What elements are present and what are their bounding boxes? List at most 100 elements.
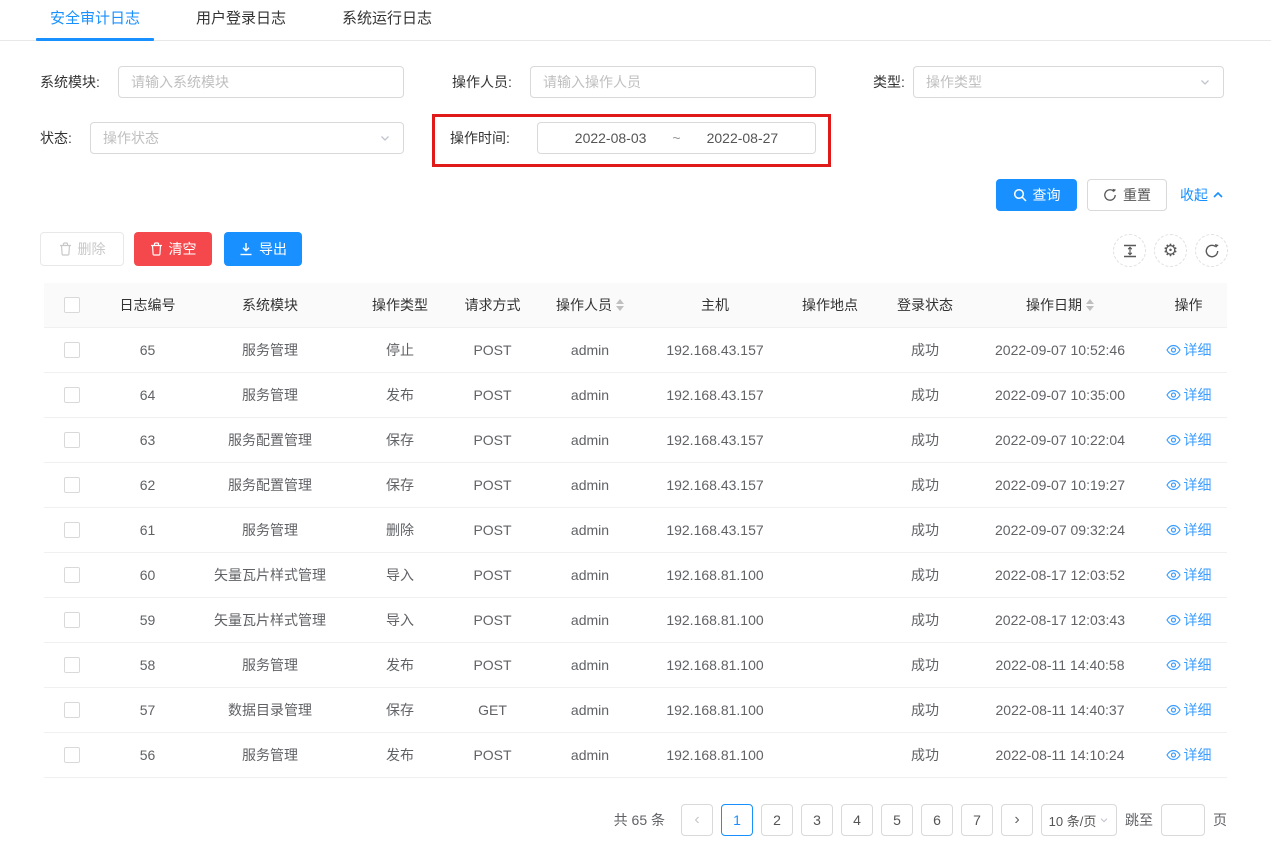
module-filter-input[interactable] [118,66,404,98]
detail-link[interactable]: 详细 [1166,520,1212,540]
search-button[interactable]: 查询 [996,179,1077,211]
detail-link-label: 详细 [1184,745,1212,765]
select-all-checkbox[interactable] [64,297,80,313]
next-page-button[interactable]: › [1001,804,1033,836]
detail-link[interactable]: 详细 [1166,385,1212,405]
column-settings-button[interactable]: ⚙ [1154,234,1187,267]
row-checkbox[interactable] [64,657,80,673]
cell-date: 2022-08-11 14:10:24 [970,732,1150,777]
page-size-select[interactable]: 10 条/页 [1041,804,1117,836]
table-header: 日志编号 系统模块 操作类型 请求方式 操作人员 主机 操作地点 登录状态 [44,283,1227,327]
sort-icon[interactable] [616,299,624,311]
reset-button-label: 重置 [1123,185,1151,205]
detail-link[interactable]: 详细 [1166,745,1212,765]
row-checkbox[interactable] [64,342,80,358]
cell-host: 192.168.43.157 [650,462,780,507]
cell-host: 192.168.43.157 [650,372,780,417]
collapse-link[interactable]: 收起 [1180,179,1224,211]
type-filter-select[interactable]: 操作类型 [913,66,1224,98]
cell-method: POST [455,552,530,597]
cell-log-id: 58 [100,642,195,687]
page-button-6[interactable]: 6 [921,804,953,836]
page-button-5[interactable]: 5 [881,804,913,836]
cell-op-type: 导入 [345,597,455,642]
page-button-7[interactable]: 7 [961,804,993,836]
page-button-4[interactable]: 4 [841,804,873,836]
operator-filter-input[interactable] [530,66,816,98]
page-button-2[interactable]: 2 [761,804,793,836]
tab-security-audit-log[interactable]: 安全审计日志 [36,0,154,40]
cell-operator: admin [530,552,650,597]
status-filter-select[interactable]: 操作状态 [90,122,404,154]
cell-operator: admin [530,642,650,687]
detail-link-label: 详细 [1184,610,1212,630]
cell-op-type: 发布 [345,732,455,777]
cell-method: POST [455,732,530,777]
trash-icon [59,242,72,256]
page-button-1[interactable]: 1 [721,804,753,836]
detail-link[interactable]: 详细 [1166,610,1212,630]
refresh-button[interactable] [1195,234,1228,267]
row-checkbox[interactable] [64,612,80,628]
row-height-icon [1122,243,1138,259]
cell-module: 矢量瓦片样式管理 [195,552,345,597]
cell-status: 成功 [880,507,970,552]
reset-button[interactable]: 重置 [1087,179,1167,211]
detail-link-label: 详细 [1184,385,1212,405]
detail-link-label: 详细 [1184,565,1212,585]
cell-operator: admin [530,327,650,372]
cell-module: 服务管理 [195,507,345,552]
table-row: 62服务配置管理保存POSTadmin192.168.43.157成功2022-… [44,462,1227,507]
export-button-label: 导出 [259,239,287,259]
table-row: 58服务管理发布POSTadmin192.168.81.100成功2022-08… [44,642,1227,687]
cell-location [780,372,880,417]
jump-to-input[interactable] [1161,804,1205,836]
cell-module: 服务管理 [195,327,345,372]
detail-link[interactable]: 详细 [1166,700,1212,720]
row-checkbox[interactable] [64,702,80,718]
cell-status: 成功 [880,552,970,597]
cell-host: 192.168.81.100 [650,687,780,732]
detail-link[interactable]: 详细 [1166,340,1212,360]
detail-link[interactable]: 详细 [1166,655,1212,675]
export-button[interactable]: 导出 [224,232,302,266]
row-checkbox[interactable] [64,522,80,538]
table-row: 61服务管理删除POSTadmin192.168.43.157成功2022-09… [44,507,1227,552]
column-header-method: 请求方式 [455,283,530,327]
row-density-button[interactable] [1113,234,1146,267]
delete-button[interactable]: 删除 [40,232,124,266]
column-header-location: 操作地点 [780,283,880,327]
row-checkbox[interactable] [64,477,80,493]
column-header-module: 系统模块 [195,283,345,327]
cell-log-id: 63 [100,417,195,462]
eye-icon [1166,659,1181,671]
chevron-down-icon [1099,815,1109,825]
detail-link[interactable]: 详细 [1166,475,1212,495]
tab-user-login-log[interactable]: 用户登录日志 [182,0,300,40]
detail-link[interactable]: 详细 [1166,430,1212,450]
prev-page-button[interactable]: ‹ [681,804,713,836]
cell-location [780,642,880,687]
sort-icon[interactable] [1086,299,1094,311]
detail-link[interactable]: 详细 [1166,565,1212,585]
column-header-operator[interactable]: 操作人员 [530,283,650,327]
cell-host: 192.168.81.100 [650,597,780,642]
cell-log-id: 64 [100,372,195,417]
cell-location [780,732,880,777]
column-header-op-type: 操作类型 [345,283,455,327]
cell-status: 成功 [880,462,970,507]
row-checkbox[interactable] [64,387,80,403]
time-range-input[interactable]: 2022-08-03 ~ 2022-08-27 [537,122,816,154]
tab-system-run-log[interactable]: 系统运行日志 [328,0,446,40]
row-checkbox[interactable] [64,432,80,448]
cell-method: POST [455,507,530,552]
cell-location [780,417,880,462]
row-checkbox[interactable] [64,747,80,763]
clear-button[interactable]: 清空 [134,232,212,266]
chevron-up-icon [1212,189,1224,201]
column-header-date[interactable]: 操作日期 [970,283,1150,327]
pagination: 共 65 条 ‹ 1234567 › 10 条/页 跳至 页 [614,804,1227,836]
collapse-link-label: 收起 [1180,185,1208,205]
page-button-3[interactable]: 3 [801,804,833,836]
row-checkbox[interactable] [64,567,80,583]
